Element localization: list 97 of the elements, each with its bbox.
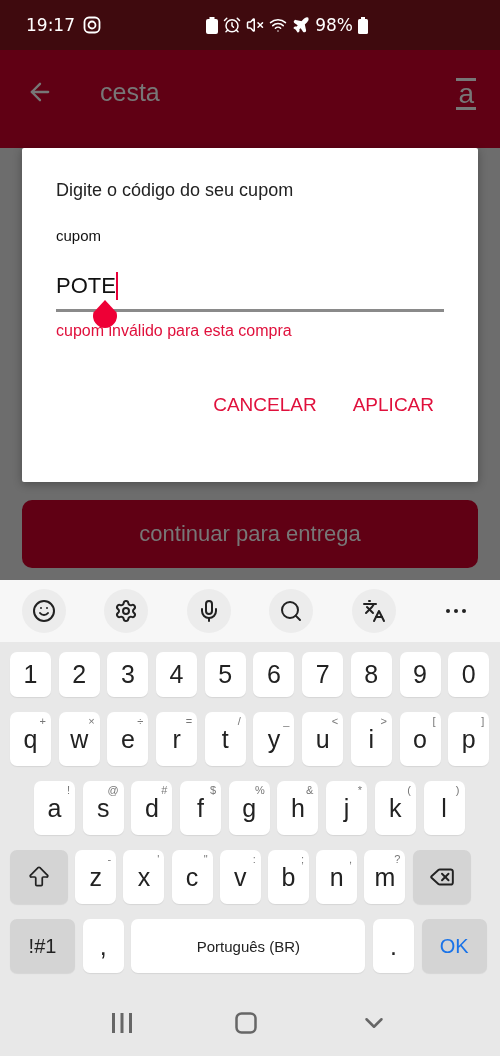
keyboard-key[interactable]: p ] xyxy=(448,712,490,766)
keyboard-key[interactable]: x ' xyxy=(123,850,165,904)
key-hint: × xyxy=(88,715,95,727)
key-hint: % xyxy=(254,784,265,796)
keyboard-key[interactable]: s @ xyxy=(82,781,124,835)
key-hint: * xyxy=(357,784,363,796)
alarm-icon xyxy=(223,16,242,34)
emoji-button[interactable] xyxy=(22,589,66,633)
key-hint: ) xyxy=(455,784,460,796)
keyboard-key[interactable]: 5 xyxy=(204,652,246,697)
key-hint: ( xyxy=(407,784,411,796)
key-hint: ] xyxy=(481,715,485,727)
key-hint: : xyxy=(252,853,256,865)
search-button[interactable] xyxy=(269,589,314,633)
key-hint: [ xyxy=(432,715,436,727)
keyboard-key[interactable]: i > xyxy=(350,712,392,766)
dialog-button[interactable]: CANCELAR xyxy=(213,394,317,416)
smiley-icon xyxy=(32,599,56,623)
keyboard-key[interactable]: 0 xyxy=(448,652,490,697)
keyboard-key[interactable]: h & xyxy=(277,781,319,835)
keyboard-key[interactable]: 8 xyxy=(350,652,392,697)
keyboard-key[interactable]: 6 xyxy=(253,652,295,697)
keyboard-key[interactable]: d # xyxy=(131,781,173,835)
battery-icon xyxy=(358,16,368,34)
error-message: cupom inválido para esta compra xyxy=(56,322,293,340)
keyboard-key[interactable]: f $ xyxy=(180,781,222,835)
key-hint: , xyxy=(349,853,353,865)
mute-icon xyxy=(246,16,265,34)
key-hint: < xyxy=(331,715,339,727)
keyboard-key[interactable]: a ! xyxy=(34,781,75,835)
settings-button[interactable] xyxy=(104,589,149,633)
backspace-key[interactable] xyxy=(412,850,471,904)
keyboard-key[interactable]: v : xyxy=(219,850,261,904)
keyboard-key[interactable]: , xyxy=(82,919,124,973)
dialog-title: Digite o código do seu cupom xyxy=(56,180,295,201)
key-hint: @ xyxy=(107,784,119,796)
keyboard-key[interactable]: o [ xyxy=(399,712,441,766)
dialog-button[interactable]: APLICAR xyxy=(352,394,434,416)
wifi-icon xyxy=(269,16,288,34)
more-icon xyxy=(445,609,466,613)
keyboard-key[interactable]: k ( xyxy=(374,781,416,835)
key-hint: " xyxy=(203,853,208,865)
key-hint: - xyxy=(107,853,112,865)
key-hint: + xyxy=(39,715,46,727)
key-hint: # xyxy=(161,784,168,796)
shift-icon xyxy=(26,864,52,890)
battery-percent: 98% xyxy=(315,15,353,35)
keyboard-key[interactable]: m ? xyxy=(364,850,406,904)
keyboard-key[interactable]: t / xyxy=(204,712,246,766)
keyboard-key[interactable]: j * xyxy=(326,781,368,835)
keyboard-key[interactable]: 4 xyxy=(156,652,198,697)
keyboard-key[interactable]: 7 xyxy=(302,652,344,697)
keyboard-key[interactable]: 9 xyxy=(399,652,441,697)
key-hint: ? xyxy=(394,853,401,865)
key-hint: _ xyxy=(283,715,290,727)
keyboard-key[interactable]: 2 xyxy=(58,652,100,697)
settings-icon xyxy=(114,599,139,623)
keyboard-key[interactable]: c " xyxy=(171,850,213,904)
recents-icon xyxy=(111,1013,133,1033)
shift-key[interactable] xyxy=(10,850,68,904)
search-icon xyxy=(279,599,304,623)
keyboard-key[interactable]: y _ xyxy=(253,712,295,766)
keyboard-key[interactable]: u < xyxy=(302,712,344,766)
key-hint: / xyxy=(237,715,241,727)
camera-app-icon xyxy=(83,16,101,34)
field-label: cupom xyxy=(56,227,103,244)
key-hint: & xyxy=(306,784,314,796)
key-hint: ! xyxy=(66,784,70,796)
translate-icon xyxy=(361,599,386,623)
key-hint: > xyxy=(380,715,387,727)
space-key[interactable]: Português (BR) xyxy=(131,919,366,973)
key-hint: ' xyxy=(157,853,160,865)
keyboard-key[interactable]: b ; xyxy=(267,850,309,904)
key-hint: $ xyxy=(209,784,217,796)
keyboard-key[interactable]: . xyxy=(373,919,415,973)
translate-button[interactable] xyxy=(351,589,396,633)
keyboard-key[interactable]: w × xyxy=(58,712,100,766)
keyboard-key[interactable]: n , xyxy=(316,850,358,904)
home-icon xyxy=(235,1012,257,1034)
keyboard-key[interactable]: z - xyxy=(75,850,117,904)
key-hint: = xyxy=(185,715,193,727)
symbols-key[interactable]: !#1 xyxy=(10,919,75,973)
battery-saver-icon xyxy=(206,16,219,34)
key-hint: ÷ xyxy=(137,715,144,727)
keyboard-key[interactable]: e ÷ xyxy=(107,712,149,766)
keyboard-key[interactable]: r = xyxy=(156,712,198,766)
keyboard-key[interactable]: 3 xyxy=(107,652,149,697)
page-title: cesta xyxy=(100,78,160,107)
microphone-button[interactable] xyxy=(186,589,231,633)
status-time: 19:17 xyxy=(26,15,75,35)
app-logo: a xyxy=(456,78,476,110)
keyboard-key[interactable]: 1 xyxy=(10,652,51,697)
keyboard-key[interactable]: l ) xyxy=(423,781,465,835)
keyboard-key[interactable]: q + xyxy=(10,712,51,766)
airplane-icon xyxy=(292,16,311,34)
keyboard-key[interactable]: g % xyxy=(228,781,270,835)
key-hint: ; xyxy=(300,853,304,865)
